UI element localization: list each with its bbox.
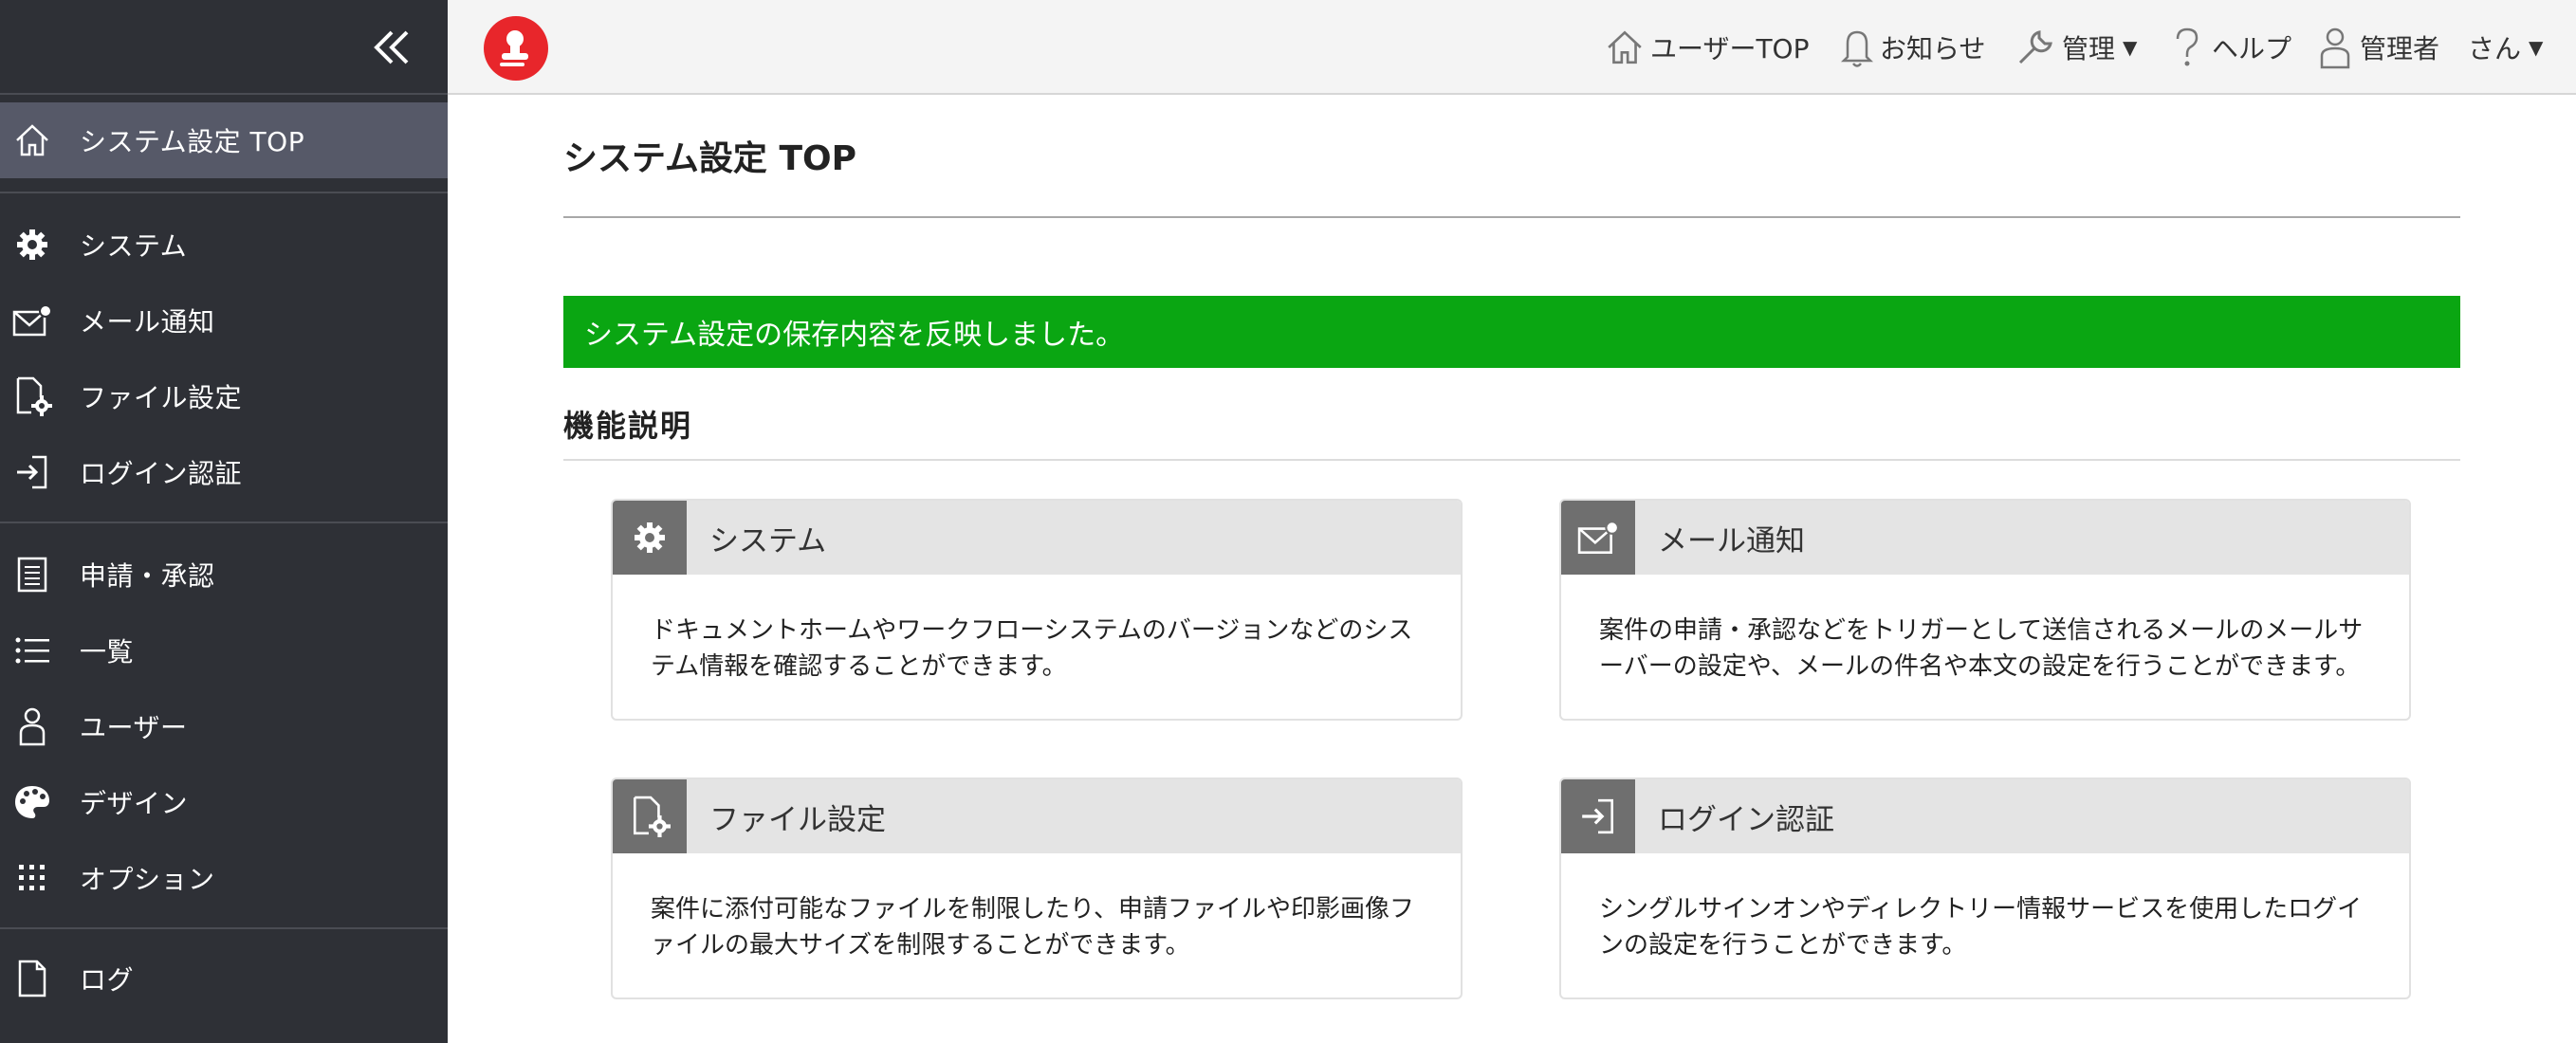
card-description: シングルサインオンやディレクトリー情報サービスを使用したログインの設定を行うこと…: [1599, 895, 2363, 960]
sidebar-item-options[interactable]: オプション: [0, 840, 448, 916]
gear-icon: [11, 224, 53, 265]
card-system[interactable]: システム ドキュメントホームやワークフローシステムのバージョンなどのシステム情報…: [611, 499, 1463, 721]
sidebar-item-login-auth[interactable]: ログイン認証: [0, 434, 448, 510]
mail-notification-icon: [11, 300, 53, 341]
card-title: ログイン認証: [1658, 802, 1834, 837]
sidebar-item-mail-notification[interactable]: メール通知: [0, 283, 448, 358]
nav-notices[interactable]: お知らせ: [1840, 23, 1985, 72]
sidebar-item-users[interactable]: ユーザー: [0, 688, 448, 764]
nav-help-label: ヘルプ: [2212, 33, 2292, 64]
sidebar-item-system[interactable]: システム: [0, 207, 448, 283]
card-description: 案件の申請・承認などをトリガーとして送信されるメールのメールサーバーの設定や、メ…: [1599, 616, 2364, 681]
card-login-auth[interactable]: ログイン認証 シングルサインオンやディレクトリー情報サービスを使用したログインの…: [1559, 778, 2411, 999]
sidebar-item-label: デザイン: [80, 788, 189, 819]
sidebar-item-system-settings-top[interactable]: システム設定 TOP: [0, 102, 448, 178]
sidebar-item-label: システム: [80, 230, 188, 262]
nav-help[interactable]: ヘルプ: [2168, 23, 2291, 72]
collapse-sidebar-button[interactable]: [368, 21, 415, 74]
list-icon: [11, 630, 53, 671]
sidebar-divider: [0, 927, 448, 929]
nav-user-top[interactable]: ユーザーTOP: [1605, 23, 1809, 72]
wrench-icon: [2015, 27, 2056, 68]
grid-icon: [11, 857, 53, 899]
home-icon: [11, 119, 53, 161]
sidebar-item-application-approval[interactable]: 申請・承認: [0, 537, 448, 613]
palette-icon: [11, 781, 53, 823]
double-chevron-left-icon: [374, 30, 409, 64]
sidebar-item-label: ユーザー: [80, 712, 188, 743]
sidebar-item-list[interactable]: 一覧: [0, 613, 448, 688]
nav-admin-menu[interactable]: 管理 ▼: [2015, 23, 2137, 72]
gear-icon: [613, 501, 687, 575]
card-title: システム: [709, 523, 827, 558]
sidebar: システム設定 TOP システム メール通知 ファイル設定 ログイン認証 申請・承…: [0, 0, 448, 1043]
card-header: ログイン認証: [1561, 779, 2409, 853]
home-icon: [1605, 27, 1645, 67]
sidebar-item-logs[interactable]: ログ: [0, 941, 448, 1016]
page-title: システム設定 TOP: [563, 139, 856, 178]
nav-user-suffix: さん: [2468, 33, 2522, 64]
sidebar-item-label: ログイン認証: [80, 458, 243, 489]
sidebar-item-label: メール通知: [80, 306, 215, 338]
bell-icon: [1840, 27, 1874, 68]
section-title: 機能説明: [563, 408, 693, 444]
caret-down-icon: ▼: [2123, 36, 2138, 59]
title-divider: [563, 216, 2460, 218]
sidebar-divider: [0, 522, 448, 523]
file-icon: [11, 958, 53, 999]
nav-notices-label: お知らせ: [1880, 33, 1986, 64]
sidebar-item-label: ログ: [80, 964, 135, 996]
nav-user-name: 管理者: [2360, 33, 2440, 64]
card-title: メール通知: [1658, 523, 1805, 558]
card-description: ドキュメントホームやワークフローシステムのバージョンなどのシステム情報を確認する…: [651, 616, 1413, 681]
card-title: ファイル設定: [709, 802, 886, 837]
card-mail-notification[interactable]: メール通知 案件の申請・承認などをトリガーとして送信されるメールのメールサーバー…: [1559, 499, 2411, 721]
file-settings-icon: [613, 779, 687, 853]
sidebar-item-label: システム設定 TOP: [80, 126, 305, 157]
login-icon: [1561, 779, 1635, 853]
sidebar-item-label: 一覧: [80, 636, 135, 668]
top-header: ユーザーTOP お知らせ 管理 ▼ ヘルプ 管理者 さん ▼: [448, 0, 2576, 95]
sidebar-item-label: 申請・承認: [80, 560, 215, 592]
file-settings-icon: [11, 375, 53, 417]
user-icon: [11, 705, 53, 747]
nav-user-top-label: ユーザーTOP: [1650, 33, 1810, 64]
login-icon: [11, 451, 53, 493]
sidebar-item-design[interactable]: デザイン: [0, 764, 448, 840]
success-banner: システム設定の保存内容を反映しました。: [563, 296, 2460, 368]
nav-admin-label: 管理: [2062, 33, 2116, 64]
section-divider: [563, 459, 2460, 461]
success-banner-text: システム設定の保存内容を反映しました。: [584, 319, 1125, 352]
card-file-settings[interactable]: ファイル設定 案件に添付可能なファイルを制限したり、申請ファイルや印影画像ファイ…: [611, 778, 1463, 999]
card-description: 案件に添付可能なファイルを制限したり、申請ファイルや印影画像ファイルの最大サイズ…: [651, 895, 1414, 960]
sidebar-item-label: ファイル設定: [80, 382, 243, 413]
question-icon: [2168, 26, 2206, 69]
app-logo[interactable]: [484, 16, 548, 81]
user-icon: [2316, 26, 2354, 69]
document-list-icon: [11, 554, 53, 595]
caret-down-icon: ▼: [2529, 36, 2544, 59]
card-header: システム: [613, 501, 1461, 575]
sidebar-divider: [0, 93, 448, 95]
sidebar-item-file-settings[interactable]: ファイル設定: [0, 358, 448, 434]
nav-user-menu[interactable]: 管理者 さん ▼: [2316, 23, 2543, 72]
sidebar-item-label: オプション: [80, 864, 215, 895]
card-header: ファイル設定: [613, 779, 1461, 853]
sidebar-divider: [0, 192, 448, 193]
card-header: メール通知: [1561, 501, 2409, 575]
stamp-logo-icon: [500, 30, 528, 66]
mail-notification-icon: [1561, 501, 1635, 575]
